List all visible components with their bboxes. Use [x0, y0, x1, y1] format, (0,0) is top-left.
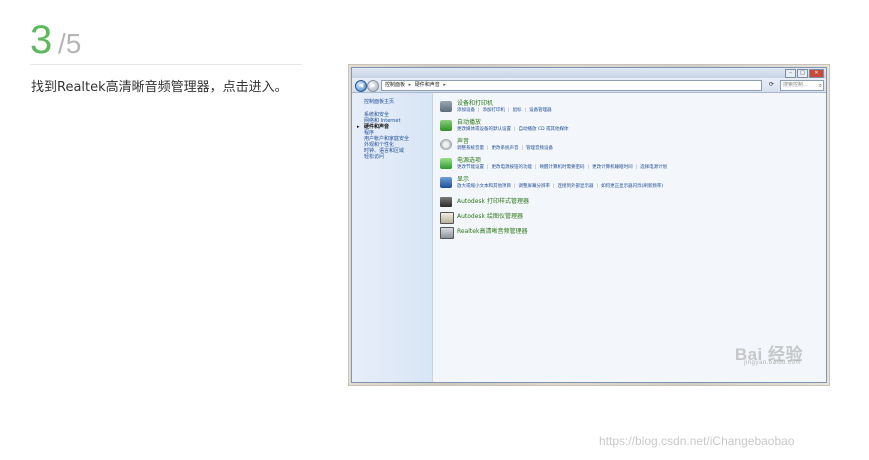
control-panel-content: 设备和打印机 添加设备 | 添加打印机 | 鼠标 | 设备管理器 自动播放 更改媒体或设备的…	[436, 93, 826, 382]
category-title[interactable]: 显示	[457, 176, 469, 184]
close-button[interactable]: ✕	[809, 69, 824, 78]
category-display: 显示 放大或缩小文本和其他项目 | 调整屏幕分辨率 | 连接到外部显示器 | 如何更正显示器…	[440, 176, 820, 192]
category-link[interactable]: 选择电源计划	[640, 165, 667, 170]
category-link[interactable]: 管理音频设备	[526, 146, 553, 151]
category-link[interactable]: 更改系统声音	[492, 146, 519, 151]
realtek-audio-icon[interactable]	[440, 227, 454, 239]
app-title[interactable]: Autodesk 打印样式管理器	[457, 198, 529, 206]
category-power-options: 电源选项 更改节能设置 | 更改电源按钮的功能 | 唤醒计算机时需要密码 | 更改计算机睡眠…	[440, 157, 820, 173]
app-title[interactable]: Realtek高清晰音频管理器	[457, 228, 527, 236]
window-controls: – □ ✕	[785, 69, 824, 78]
breadcrumb-hardware-sound[interactable]: 硬件和声音	[415, 82, 440, 88]
category-links: 添加设备 | 添加打印机 | 鼠标 | 设备管理器	[457, 108, 552, 113]
category-sound: 声音 调整系统音量 | 更改系统声音 | 管理音频设备	[440, 138, 820, 154]
search-input[interactable]: 搜索控制... ⌕	[780, 80, 824, 91]
category-autoplay: 自动播放 更改媒体或设备的默认设置 | 自动播放 CD 或其他媒体	[440, 119, 820, 135]
category-title[interactable]: 电源选项	[457, 157, 481, 165]
window-titlebar: – □ ✕	[352, 68, 826, 78]
sidebar-item-ease-of-access[interactable]: 轻松访问	[364, 154, 409, 160]
category-link[interactable]: 鼠标	[513, 108, 522, 113]
category-link[interactable]: 调整系统音量	[457, 146, 484, 151]
breadcrumb-control-panel[interactable]: 控制面板	[385, 82, 405, 88]
back-button[interactable]: ◀	[355, 80, 367, 92]
maximize-button[interactable]: □	[797, 69, 808, 78]
control-panel-sidebar: 控制面板主页 系统和安全 网络和 Internet 硬件和声音 程序 用户帐户和…	[352, 93, 433, 382]
app-realtek-audio-manager[interactable]: Realtek高清晰音频管理器	[440, 227, 740, 239]
forward-button[interactable]: ▶	[367, 80, 379, 92]
address-bar[interactable]: 控制面板 ▸ 硬件和声音 ▸	[381, 80, 762, 91]
search-icon[interactable]: ⌕	[819, 81, 822, 90]
breadcrumb-separator: ▸	[443, 82, 446, 88]
category-link[interactable]: 更改节能设置	[457, 165, 484, 170]
navigation-bar: ◀ ▶ 控制面板 ▸ 硬件和声音 ▸ ⟳ 搜索控制... ⌕	[352, 78, 826, 93]
category-title[interactable]: 自动播放	[457, 119, 481, 127]
app-autodesk-print-style[interactable]: Autodesk 打印样式管理器	[440, 197, 740, 209]
category-link[interactable]: 设备管理器	[529, 108, 552, 113]
category-link[interactable]: 更改计算机睡眠时间	[592, 165, 633, 170]
category-links: 放大或缩小文本和其他项目 | 调整屏幕分辨率 | 连接到外部显示器 | 如何更正显示器闪烁(…	[457, 184, 664, 189]
category-link[interactable]: 更改电源按钮的功能	[492, 165, 533, 170]
category-link[interactable]: 连接到外部显示器	[558, 184, 594, 189]
step-number: 3	[30, 18, 53, 62]
app-title[interactable]: Autodesk 绘图仪管理器	[457, 213, 523, 221]
category-title[interactable]: 声音	[457, 138, 469, 146]
category-link[interactable]: 自动播放 CD 或其他媒体	[519, 127, 569, 132]
breadcrumb-separator: ▸	[408, 82, 412, 88]
step-header: 3 /5	[30, 18, 302, 65]
category-title[interactable]: 设备和打印机	[457, 100, 493, 108]
category-links: 调整系统音量 | 更改系统声音 | 管理音频设备	[457, 146, 554, 151]
autodesk-plotter-icon[interactable]	[440, 212, 454, 224]
category-devices-printers: 设备和打印机 添加设备 | 添加打印机 | 鼠标 | 设备管理器	[440, 100, 820, 116]
sidebar-list: 系统和安全 网络和 Internet 硬件和声音 程序 用户帐户和家庭安全 外观…	[357, 112, 409, 160]
baidu-watermark: Bai 经验 jingyan.baidu.com	[735, 340, 803, 366]
app-autodesk-plotter[interactable]: Autodesk 绘图仪管理器	[440, 212, 740, 224]
autoplay-icon[interactable]	[440, 120, 452, 131]
step-instruction: 找到Realtek高清晰音频管理器，点击进入。	[31, 80, 288, 95]
category-link[interactable]: 放大或缩小文本和其他项目	[457, 184, 511, 189]
tutorial-screenshot: – □ ✕ ◀ ▶ 控制面板 ▸ 硬件和声音 ▸ ⟳ 搜索控制... ⌕ 控制面…	[349, 65, 829, 385]
sound-icon[interactable]	[440, 139, 452, 150]
category-link[interactable]: 调整屏幕分辨率	[519, 184, 551, 189]
category-links: 更改媒体或设备的默认设置 | 自动播放 CD 或其他媒体	[457, 127, 569, 132]
category-link[interactable]: 唤醒计算机时需要密码	[540, 165, 585, 170]
category-link[interactable]: 如何更正显示器闪烁(刷新频率)	[601, 184, 663, 189]
category-links: 更改节能设置 | 更改电源按钮的功能 | 唤醒计算机时需要密码 | 更改计算机睡眠时间 | 选择…	[457, 165, 668, 170]
step-total: /5	[58, 28, 82, 59]
refresh-icon[interactable]: ⟳	[767, 80, 776, 89]
category-link[interactable]: 添加设备	[457, 108, 475, 113]
power-icon[interactable]	[440, 158, 452, 169]
search-placeholder: 搜索控制...	[783, 82, 808, 88]
csdn-credit-watermark: https://blog.csdn.net/iChangebaobao	[599, 434, 795, 448]
category-link[interactable]: 添加打印机	[483, 108, 506, 113]
autodesk-print-style-icon[interactable]	[440, 197, 452, 207]
sidebar-home-link[interactable]: 控制面板主页	[364, 98, 394, 105]
category-link[interactable]: 更改媒体或设备的默认设置	[457, 127, 511, 132]
printer-icon[interactable]	[440, 101, 452, 112]
display-icon[interactable]	[440, 177, 452, 188]
minimize-button[interactable]: –	[785, 69, 796, 78]
control-panel-window: – □ ✕ ◀ ▶ 控制面板 ▸ 硬件和声音 ▸ ⟳ 搜索控制... ⌕ 控制面…	[351, 67, 827, 383]
baidu-watermark-url: jingyan.baidu.com	[744, 360, 801, 366]
